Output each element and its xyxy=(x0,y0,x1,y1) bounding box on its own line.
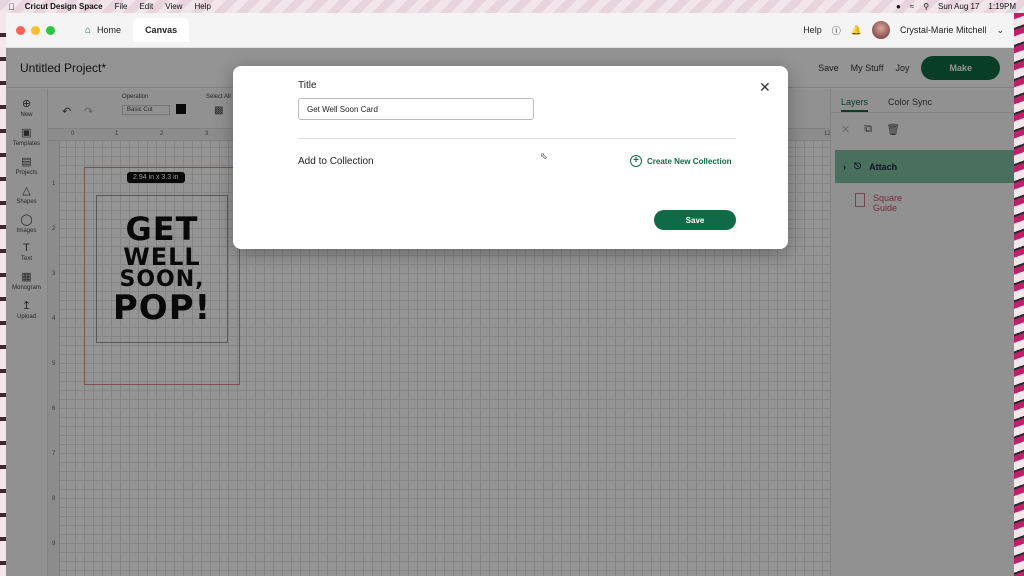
title-input[interactable] xyxy=(298,98,534,120)
plus-circle-icon: + xyxy=(630,155,642,167)
wallpaper-right xyxy=(1014,13,1024,576)
traffic-lights xyxy=(16,25,55,35)
menubar-date[interactable]: Sun Aug 17 xyxy=(938,2,979,11)
zoom-window-button[interactable] xyxy=(46,25,55,35)
macos-menubar:  Cricut Design Space File Edit View Hel… xyxy=(0,0,1024,13)
window-titlebar: ⌂ Home Canvas Help ⓘ 🔔 Crystal-Marie Mit… xyxy=(6,13,1014,48)
create-new-collection-label: Create New Collection xyxy=(647,156,732,166)
record-icon[interactable]: ● xyxy=(896,2,901,11)
menubar-app-name[interactable]: Cricut Design Space xyxy=(25,2,103,11)
menubar-item-view[interactable]: View xyxy=(165,2,182,11)
close-icon[interactable]: ✕ xyxy=(759,79,771,96)
save-button[interactable]: Save xyxy=(654,210,736,230)
create-new-collection-button[interactable]: + Create New Collection xyxy=(630,155,731,167)
app-window: ⌂ Home Canvas Help ⓘ 🔔 Crystal-Marie Mit… xyxy=(6,13,1014,576)
help-link[interactable]: Help xyxy=(803,25,822,35)
add-to-collection-label: Add to Collection xyxy=(298,156,374,167)
tab-canvas-label: Canvas xyxy=(145,25,178,35)
chevron-down-icon[interactable]: ⌄ xyxy=(996,25,1004,36)
help-icon[interactable]: ⓘ xyxy=(832,24,841,37)
title-label: Title xyxy=(298,80,317,91)
user-name[interactable]: Crystal-Marie Mitchell xyxy=(900,25,987,35)
wifi-icon[interactable]: ≈ xyxy=(910,2,914,11)
menubar-time[interactable]: 1:19PM xyxy=(988,2,1016,11)
apple-icon[interactable]:  xyxy=(8,2,15,12)
minimize-window-button[interactable] xyxy=(31,25,40,35)
mouse-cursor-icon: ⬁ xyxy=(540,151,548,161)
bell-icon[interactable]: 🔔 xyxy=(851,25,862,36)
tab-home-label: Home xyxy=(97,25,122,35)
menubar-item-edit[interactable]: Edit xyxy=(139,2,153,11)
search-icon[interactable]: ⚲ xyxy=(923,2,929,11)
divider xyxy=(298,138,736,139)
home-icon: ⌂ xyxy=(85,24,92,36)
menubar-item-file[interactable]: File xyxy=(115,2,128,11)
close-window-button[interactable] xyxy=(16,25,25,35)
menubar-item-help[interactable]: Help xyxy=(194,2,210,11)
save-project-dialog: Title ✕ Add to Collection + Create New C… xyxy=(233,66,788,249)
tab-home[interactable]: ⌂ Home xyxy=(73,18,133,42)
tab-canvas[interactable]: Canvas xyxy=(133,18,190,42)
avatar[interactable] xyxy=(871,21,890,39)
